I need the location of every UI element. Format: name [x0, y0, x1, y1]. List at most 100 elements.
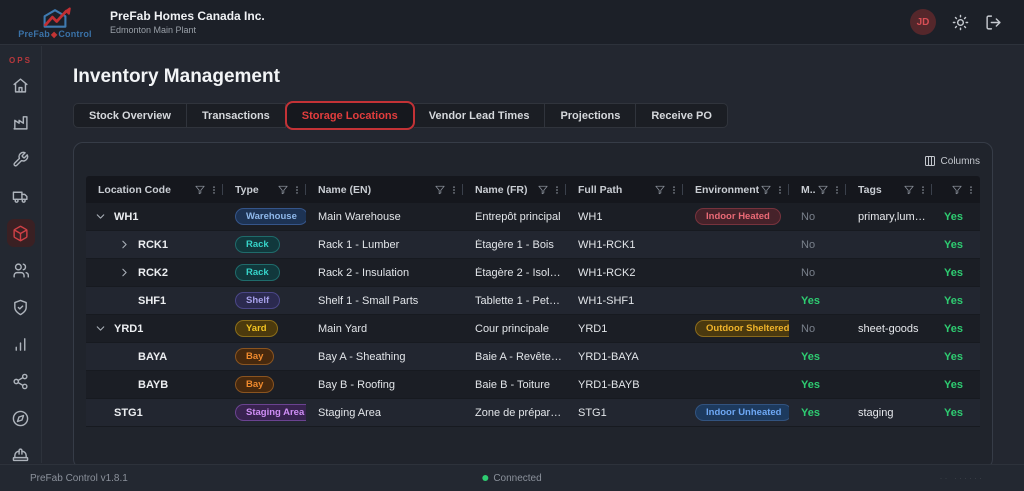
expand-chevron-icon[interactable]: [118, 238, 132, 252]
kebab-icon[interactable]: [775, 185, 785, 195]
kebab-icon[interactable]: [966, 185, 976, 195]
company-name: PreFab Homes Canada Inc.: [110, 9, 265, 23]
kebab-icon[interactable]: [209, 185, 219, 195]
table-row-shf1[interactable]: SHF1 Shelf Shelf 1 - Small Parts Tablette 1…: [86, 287, 980, 315]
tab-stock-overview[interactable]: Stock Overview: [73, 103, 187, 128]
column-label: M..: [801, 183, 816, 196]
location-code: BAYB: [138, 378, 169, 391]
column-label: Type: [235, 183, 259, 196]
m-value: No: [801, 266, 816, 279]
column-header-m[interactable]: M..: [789, 176, 846, 203]
table-row-wh1[interactable]: WH1 Warehouse Main Warehouse Entrepôt princ…: [86, 203, 980, 231]
tab-label: Transactions: [201, 109, 270, 122]
column-header-icons: [435, 185, 459, 195]
type-badge: Yard: [235, 319, 278, 338]
tab-transactions[interactable]: Transactions: [186, 103, 286, 128]
theme-toggle-button[interactable]: [952, 14, 969, 31]
chevron-right-icon: [122, 240, 127, 249]
sidebar-item-wrench[interactable]: [7, 145, 35, 173]
tab-receive-po[interactable]: Receive PO: [636, 103, 728, 128]
expand-chevron-icon[interactable]: [94, 322, 108, 336]
kebab-icon[interactable]: [918, 185, 928, 195]
tab-vendor-lead-times[interactable]: Vendor Lead Times: [413, 103, 546, 128]
column-header-name-fr[interactable]: Name (FR): [463, 176, 566, 203]
app-header: PreFab◆Control PreFab Homes Canada Inc. …: [0, 0, 1024, 45]
footer-right-hint: ·· ······: [939, 473, 984, 483]
full-path: WH1: [578, 210, 603, 223]
filter-icon[interactable]: [278, 185, 288, 195]
filter-icon[interactable]: [818, 185, 828, 195]
filter-icon[interactable]: [761, 185, 771, 195]
sidebar-item-home[interactable]: [7, 71, 35, 99]
kebab-icon[interactable]: [552, 185, 562, 195]
column-header-name-en[interactable]: Name (EN): [306, 176, 463, 203]
filter-icon[interactable]: [538, 185, 548, 195]
filter-icon[interactable]: [195, 185, 205, 195]
column-header-actions[interactable]: [932, 176, 980, 203]
m-value: No: [801, 238, 816, 251]
sidebar-item-shield-check[interactable]: [7, 293, 35, 321]
m-value: No: [801, 322, 816, 335]
table-row-rck1[interactable]: RCK1 Rack Rack 1 - Lumber Étagère 1 - Bois W…: [86, 231, 980, 259]
expand-chevron-icon[interactable]: [118, 266, 132, 280]
app-logo: PreFab◆Control: [14, 5, 96, 39]
main-content: Inventory Management Stock Overview Trans…: [43, 46, 1024, 469]
table-row-bayb[interactable]: BAYB Bay Bay B - Roofing Baie B - Toiture YR…: [86, 371, 980, 399]
tab-projections[interactable]: Projections: [545, 103, 637, 128]
location-code: STG1: [114, 406, 143, 419]
status-bar: PreFab Control v1.8.1 Connected ·· ·····…: [0, 464, 1024, 491]
kebab-icon[interactable]: [669, 185, 679, 195]
column-header-icons: [195, 185, 219, 195]
sidebar-item-truck[interactable]: [7, 182, 35, 210]
header-actions: JD: [910, 9, 1010, 35]
sidebar-item-factory[interactable]: [7, 108, 35, 136]
column-header-location-code[interactable]: Location Code: [86, 176, 223, 203]
name-en: Staging Area: [318, 406, 381, 419]
name-en: Bay B - Roofing: [318, 378, 396, 391]
filter-icon[interactable]: [952, 185, 962, 195]
connected-dot-icon: [482, 475, 489, 481]
m-value: Yes: [801, 378, 820, 391]
column-header-type[interactable]: Type: [223, 176, 306, 203]
filter-icon[interactable]: [655, 185, 665, 195]
sidebar-item-users[interactable]: [7, 256, 35, 284]
shield-check-icon: [14, 299, 27, 315]
active-value: Yes: [944, 266, 963, 279]
column-header-icons: [278, 185, 302, 195]
tab-label: Receive PO: [651, 109, 712, 122]
table-body: WH1 Warehouse Main Warehouse Entrepôt princ…: [86, 203, 980, 427]
sidebar-item-package[interactable]: [6, 219, 35, 247]
column-label: Full Path: [578, 183, 623, 196]
kebab-icon[interactable]: [292, 185, 302, 195]
sidebar-item-nodes[interactable]: [7, 367, 35, 395]
table-row-stg1[interactable]: STG1 Staging Area Staging Area Zone de prép…: [86, 399, 980, 427]
expand-chevron-icon[interactable]: [94, 210, 108, 224]
sidebar-item-compass[interactable]: [7, 404, 35, 432]
location-code: BAYA: [138, 350, 168, 363]
filter-icon[interactable]: [435, 185, 445, 195]
tab-storage-locations[interactable]: Storage Locations: [284, 101, 415, 130]
table-row-yrd1[interactable]: YRD1 Yard Main Yard Cour principale YRD1 Outd…: [86, 315, 980, 343]
column-header-full-path[interactable]: Full Path: [566, 176, 683, 203]
column-header-tags[interactable]: Tags: [846, 176, 932, 203]
type-badge: Shelf: [235, 291, 281, 310]
logout-button[interactable]: [985, 14, 1002, 31]
column-label: Environment: [695, 183, 760, 196]
m-value: Yes: [801, 294, 820, 307]
sidebar-item-bar-chart[interactable]: [7, 330, 35, 358]
columns-icon: [924, 155, 936, 167]
columns-button[interactable]: Columns: [924, 155, 980, 167]
user-avatar[interactable]: JD: [910, 9, 936, 35]
column-header-icons: [538, 185, 562, 195]
kebab-icon[interactable]: [832, 185, 842, 195]
table-row-rck2[interactable]: RCK2 Rack Rack 2 - Insulation Étagère 2 - I…: [86, 259, 980, 287]
column-header-environment[interactable]: Environment: [683, 176, 789, 203]
name-en: Bay A - Sheathing: [318, 350, 406, 363]
kebab-icon[interactable]: [449, 185, 459, 195]
full-path: YRD1-BAYB: [578, 378, 640, 391]
filter-icon[interactable]: [904, 185, 914, 195]
table-row-baya[interactable]: BAYA Bay Bay A - Sheathing Baie A - Revêtem…: [86, 343, 980, 371]
logo-wordmark: PreFab◆Control: [18, 29, 92, 39]
name-en: Main Yard: [318, 322, 368, 335]
